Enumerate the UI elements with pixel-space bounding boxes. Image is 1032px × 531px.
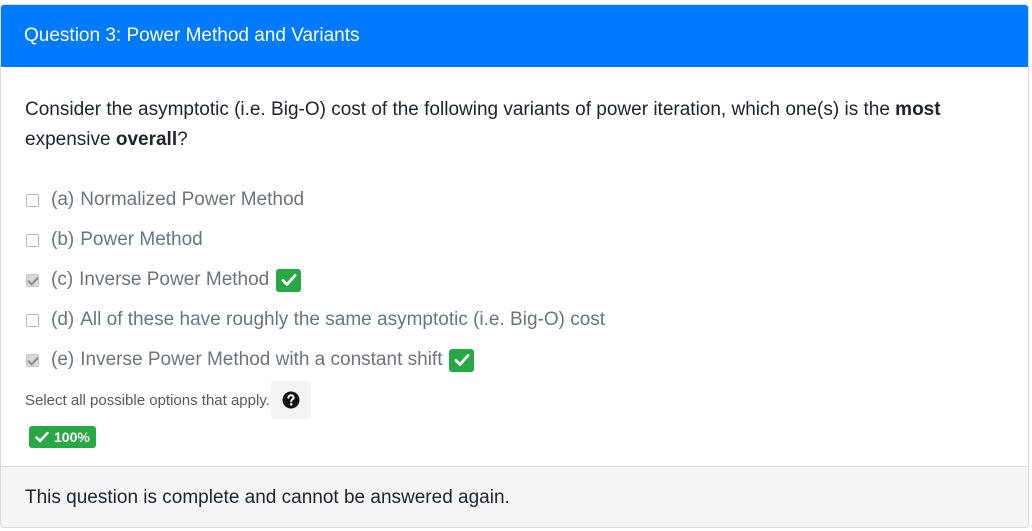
option-label: Normalized Power Method — [80, 189, 305, 210]
option-d[interactable]: (d) All of these have roughly the same a… — [25, 300, 1004, 340]
help-row: Select all possible options that apply. — [25, 381, 1004, 419]
prompt-text: expensive — [25, 129, 116, 150]
footer-text: This question is complete and cannot be … — [25, 487, 510, 508]
correct-check-icon — [276, 268, 302, 292]
option-e[interactable]: (e) Inverse Power Method with a constant… — [25, 340, 1004, 380]
prompt-text: Consider the asymptotic (i.e. Big-O) cos… — [25, 99, 896, 120]
option-key: (d) — [51, 309, 75, 330]
correct-check-icon — [449, 348, 475, 372]
option-label: Power Method — [80, 229, 203, 250]
prompt-emphasis-overall: overall — [115, 129, 178, 150]
options-list: (a) Normalized Power Method (b) Power Me… — [25, 180, 1004, 380]
option-label: Inverse Power Method — [79, 269, 270, 290]
help-text: Select all possible options that apply. — [25, 391, 270, 409]
question-title: Question 3: Power Method and Variants — [24, 25, 360, 46]
question-card: Question 3: Power Method and Variants Co… — [0, 4, 1029, 528]
question-prompt: Consider the asymptotic (i.e. Big-O) cos… — [25, 95, 1000, 155]
score-badge: 100% — [29, 426, 96, 448]
option-key: (c) — [51, 269, 74, 290]
option-label: All of these have roughly the same asymp… — [80, 309, 606, 330]
option-key: (e) — [51, 349, 75, 370]
option-key: (a) — [51, 189, 75, 210]
check-icon — [35, 431, 49, 443]
question-header: Question 3: Power Method and Variants — [1, 5, 1028, 67]
option-checkbox[interactable] — [26, 313, 39, 327]
prompt-text: ? — [177, 129, 188, 150]
option-checkbox[interactable] — [26, 193, 39, 207]
prompt-emphasis-most: most — [895, 99, 941, 120]
option-key: (b) — [51, 229, 75, 250]
option-label: Inverse Power Method with a constant shi… — [80, 349, 443, 370]
option-checkbox[interactable] — [26, 273, 39, 287]
question-body: Consider the asymptotic (i.e. Big-O) cos… — [1, 67, 1028, 466]
help-button[interactable] — [270, 381, 311, 419]
option-checkbox[interactable] — [26, 233, 39, 247]
option-checkbox[interactable] — [26, 353, 39, 367]
option-a[interactable]: (a) Normalized Power Method — [25, 180, 1004, 220]
option-b[interactable]: (b) Power Method — [25, 220, 1004, 260]
question-circle-icon — [282, 391, 300, 409]
score-value: 100% — [54, 429, 90, 445]
question-footer: This question is complete and cannot be … — [1, 466, 1028, 527]
option-c[interactable]: (c) Inverse Power Method — [25, 260, 1004, 300]
